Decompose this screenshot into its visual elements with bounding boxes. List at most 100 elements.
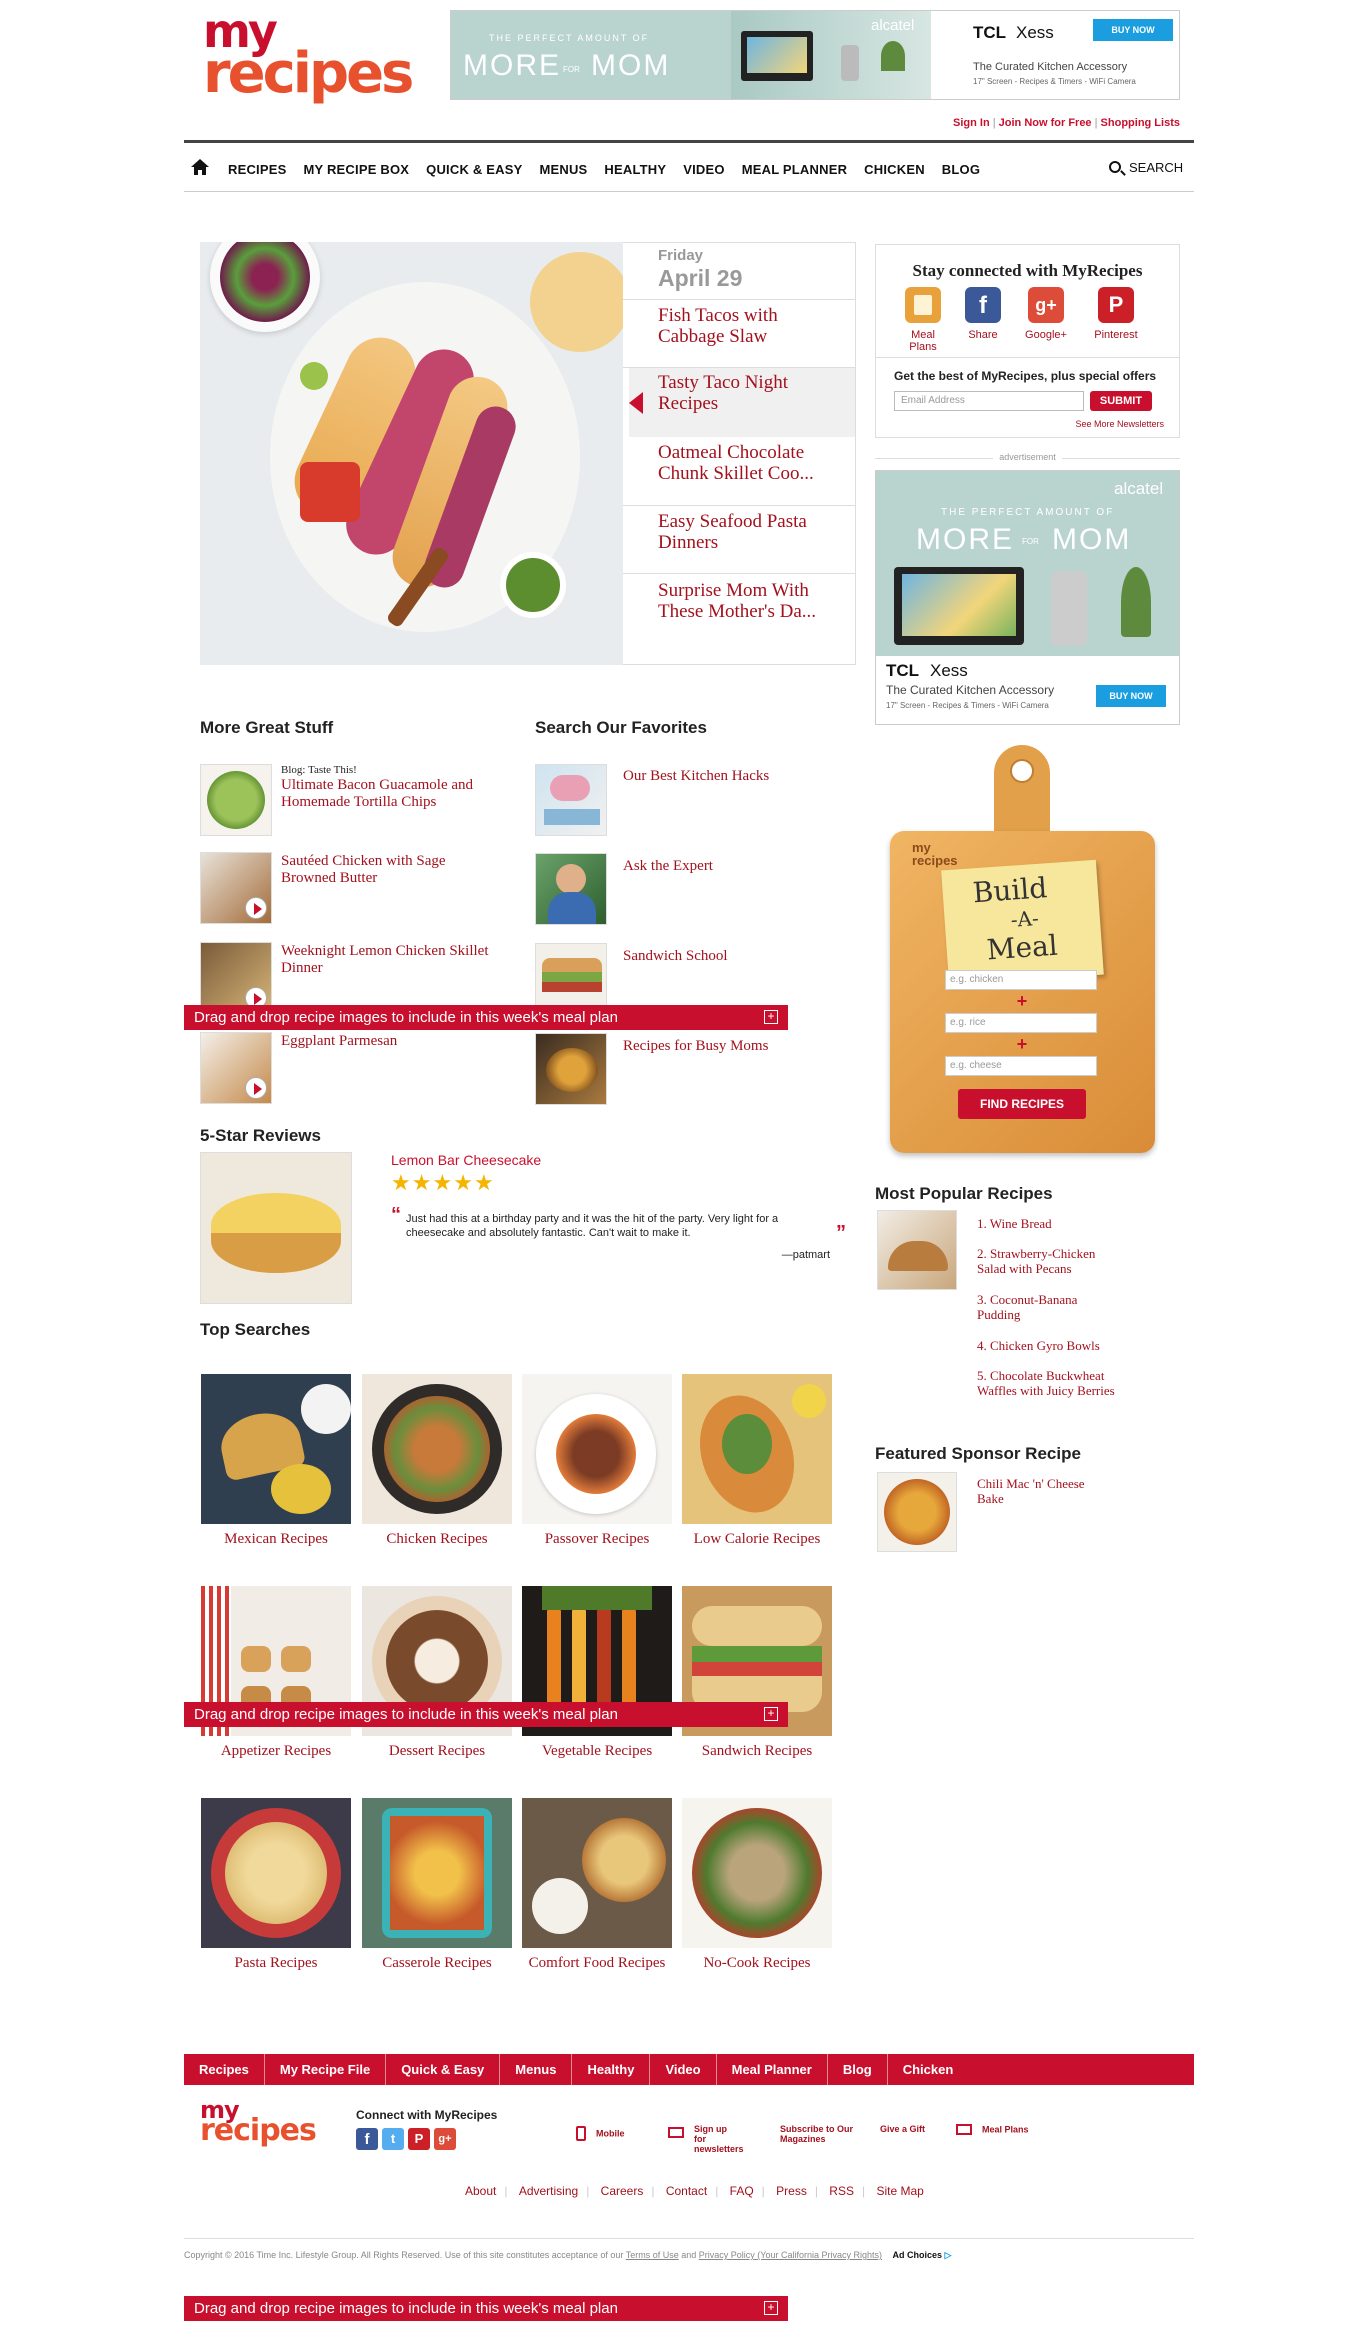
footer-nav-menus[interactable]: Menus — [500, 2054, 573, 2085]
stuff-item-4[interactable]: Eggplant Parmesan — [281, 1033, 491, 1050]
facebook-icon[interactable]: f — [356, 2128, 378, 2150]
hero-item-3[interactable]: Oatmeal Chocolate Chunk Skillet Coo... — [658, 442, 848, 484]
search-label-no-cook[interactable]: No-Cook Recipes — [682, 1955, 832, 1972]
fav-item-3[interactable]: Sandwich School — [623, 948, 823, 965]
privacy-link[interactable]: Privacy Policy (Your California Privacy … — [699, 2250, 882, 2260]
search-label-passover[interactable]: Passover Recipes — [522, 1531, 672, 1548]
home-icon[interactable] — [190, 158, 210, 176]
social-icon-meal-plans[interactable]: Meal Plans — [898, 287, 948, 353]
search-tile-mexican[interactable] — [201, 1374, 351, 1524]
popular-item-1[interactable]: 1. Wine Bread — [977, 1216, 1157, 1231]
footer-nav-quick-easy[interactable]: Quick & Easy — [386, 2054, 501, 2085]
search-label-casserole[interactable]: Casserole Recipes — [362, 1955, 512, 1972]
footer-link-mobile[interactable]: Mobile — [576, 2126, 625, 2141]
sidebar-ad[interactable]: alcatel THE PERFECT AMOUNT OF MORE FOR M… — [875, 470, 1180, 725]
social-icon-googleplus[interactable]: g+ Google+ — [1018, 287, 1074, 341]
review-recipe-link[interactable]: Lemon Bar Cheesecake — [391, 1152, 541, 1168]
footer-careers-link[interactable]: Careers — [601, 2184, 644, 2198]
search-tile-pasta[interactable] — [201, 1798, 351, 1948]
hero-item-5[interactable]: Surprise Mom With These Mother's Da... — [658, 580, 848, 622]
hero-item-active[interactable]: Tasty Taco Night Recipes — [629, 368, 855, 437]
twitter-icon[interactable]: t — [382, 2128, 404, 2150]
footer-sitemap-link[interactable]: Site Map — [876, 2184, 923, 2198]
email-input[interactable]: Email Address — [894, 391, 1084, 411]
nav-search[interactable]: SEARCH — [1109, 160, 1183, 176]
search-label-pasta[interactable]: Pasta Recipes — [201, 1955, 351, 1972]
top-banner-ad[interactable]: THE PERFECT AMOUNT OF MORE FOR MOM alcat… — [450, 10, 1180, 100]
sponsor-thumbnail[interactable] — [877, 1472, 957, 1552]
submit-button[interactable]: SUBMIT — [1090, 391, 1152, 411]
search-tile-no-cook[interactable] — [682, 1798, 832, 1948]
nav-my-recipe-box[interactable]: MY RECIPE BOX — [303, 162, 409, 177]
search-tile-comfort-food[interactable] — [522, 1798, 672, 1948]
find-recipes-button[interactable]: FIND RECIPES — [958, 1089, 1086, 1119]
stuff-thumb-1[interactable] — [200, 764, 272, 836]
footer-nav-healthy[interactable]: Healthy — [572, 2054, 651, 2085]
googleplus-icon[interactable]: g+ — [434, 2128, 456, 2150]
meal-plan-drag-bar[interactable]: Drag and drop recipe images to include i… — [184, 1005, 788, 1030]
nav-meal-planner[interactable]: MEAL PLANNER — [742, 162, 847, 177]
popular-item-5[interactable]: 5. Chocolate Buckwheat Waffles with Juic… — [977, 1368, 1117, 1398]
footer-faq-link[interactable]: FAQ — [730, 2184, 754, 2198]
fav-thumb-1[interactable] — [535, 764, 607, 836]
search-label-sandwich[interactable]: Sandwich Recipes — [682, 1743, 832, 1760]
fav-thumb-4[interactable] — [535, 1033, 607, 1105]
sign-in-link[interactable]: Sign In — [953, 117, 990, 129]
sidebar-ad-buy-button[interactable]: BUY NOW — [1096, 685, 1166, 707]
review-image[interactable] — [200, 1152, 352, 1304]
stuff-item-2[interactable]: Sautéed Chicken with Sage Browned Butter — [281, 853, 491, 887]
nav-recipes[interactable]: RECIPES — [228, 162, 286, 177]
footer-contact-link[interactable]: Contact — [666, 2184, 707, 2198]
nav-blog[interactable]: BLOG — [942, 162, 980, 177]
expand-plus-icon[interactable]: + — [764, 1707, 778, 1721]
search-label-comfort-food[interactable]: Comfort Food Recipes — [522, 1955, 672, 1972]
play-icon[interactable] — [245, 1077, 267, 1099]
shopping-lists-link[interactable]: Shopping Lists — [1101, 117, 1180, 129]
hero-item-1[interactable]: Fish Tacos with Cabbage Slaw — [658, 305, 838, 347]
expand-plus-icon[interactable]: + — [764, 1010, 778, 1024]
site-logo[interactable]: my recipes — [203, 8, 443, 108]
footer-link-newsletters[interactable]: Sign up for newsletters — [668, 2124, 744, 2154]
search-tile-passover[interactable] — [522, 1374, 672, 1524]
popular-thumbnail[interactable] — [877, 1210, 957, 1290]
stuff-thumb-4[interactable] — [200, 1032, 272, 1104]
footer-press-link[interactable]: Press — [776, 2184, 807, 2198]
hero-item-4[interactable]: Easy Seafood Pasta Dinners — [658, 511, 838, 553]
nav-menus[interactable]: MENUS — [539, 162, 587, 177]
stuff-thumb-3[interactable] — [200, 942, 272, 1014]
footer-advertising-link[interactable]: Advertising — [519, 2184, 578, 2198]
expand-plus-icon[interactable]: + — [764, 2301, 778, 2315]
footer-about-link[interactable]: About — [465, 2184, 496, 2198]
footer-nav-blog[interactable]: Blog — [828, 2054, 888, 2085]
stuff-item-1[interactable]: Ultimate Bacon Guacamole and Homemade To… — [281, 777, 491, 811]
search-label-low-calorie[interactable]: Low Calorie Recipes — [682, 1531, 832, 1548]
sponsor-item[interactable]: Chili Mac 'n' Cheese Bake — [977, 1476, 1107, 1506]
ingredient-input-2[interactable]: e.g. rice — [945, 1013, 1097, 1033]
nav-healthy[interactable]: HEALTHY — [604, 162, 666, 177]
footer-nav-meal-planner[interactable]: Meal Planner — [717, 2054, 828, 2085]
popular-item-3[interactable]: 3. Coconut-Banana Pudding — [977, 1292, 1117, 1322]
ingredient-input-1[interactable]: e.g. chicken — [945, 970, 1097, 990]
fav-item-1[interactable]: Our Best Kitchen Hacks — [623, 768, 823, 785]
footer-link-meal-plans[interactable]: Meal Plans — [956, 2124, 1029, 2136]
fav-thumb-2[interactable] — [535, 853, 607, 925]
meal-plan-drag-bar[interactable]: Drag and drop recipe images to include i… — [184, 2296, 788, 2321]
hero-image[interactable] — [200, 242, 623, 665]
pinterest-icon[interactable]: P — [408, 2128, 430, 2150]
fav-item-4[interactable]: Recipes for Busy Moms — [623, 1038, 823, 1055]
social-icon-pinterest[interactable]: P Pinterest — [1086, 287, 1146, 341]
footer-link-magazines[interactable]: Subscribe to Our Magazines — [780, 2124, 860, 2144]
nav-video[interactable]: VIDEO — [683, 162, 724, 177]
terms-link[interactable]: Terms of Use — [626, 2250, 679, 2260]
see-more-newsletters-link[interactable]: See More Newsletters — [876, 419, 1164, 429]
search-label-appetizer[interactable]: Appetizer Recipes — [201, 1743, 351, 1760]
popular-item-2[interactable]: 2. Strawberry-Chicken Salad with Pecans — [977, 1246, 1117, 1276]
search-tile-chicken[interactable] — [362, 1374, 512, 1524]
popular-item-4[interactable]: 4. Chicken Gyro Bowls — [977, 1338, 1157, 1353]
social-icon-share[interactable]: f Share — [958, 287, 1008, 341]
search-label-mexican[interactable]: Mexican Recipes — [201, 1531, 351, 1548]
search-label-dessert[interactable]: Dessert Recipes — [362, 1743, 512, 1760]
search-tile-low-calorie[interactable] — [682, 1374, 832, 1524]
ad-choices-link[interactable]: Ad Choices ▷ — [893, 2250, 952, 2260]
footer-nav-video[interactable]: Video — [650, 2054, 717, 2085]
